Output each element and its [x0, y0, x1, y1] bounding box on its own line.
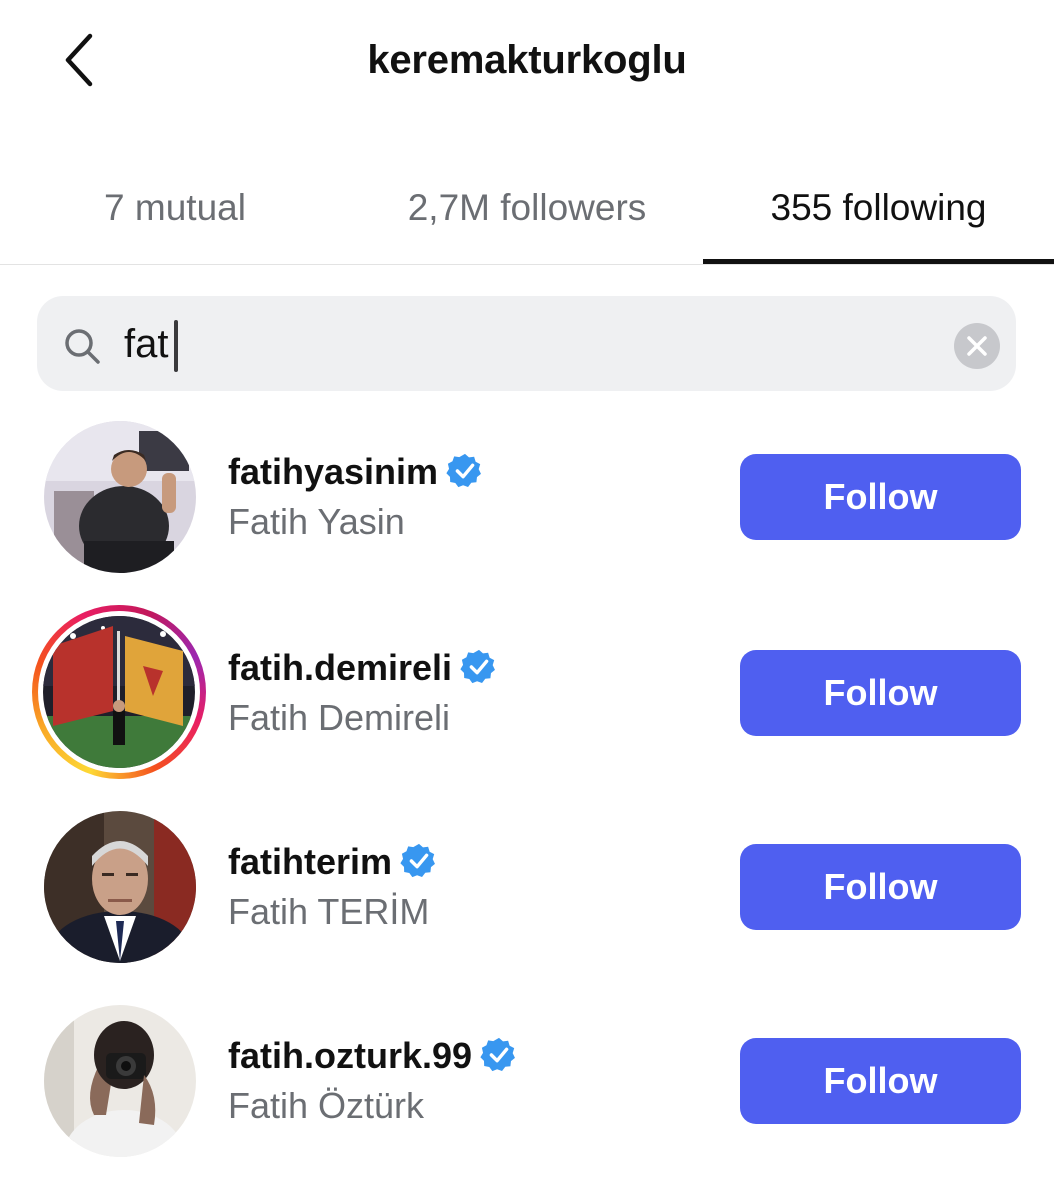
- avatar[interactable]: [44, 421, 196, 573]
- username[interactable]: fatihyasinim: [228, 449, 484, 495]
- username-text: fatih.demireli: [228, 647, 453, 688]
- search-input[interactable]: fat: [124, 316, 168, 372]
- list-item[interactable]: fatihyasinim Fatih Yasin Follow: [0, 421, 1054, 615]
- avatar[interactable]: [44, 1005, 196, 1157]
- text-caret: [174, 320, 178, 372]
- username-text: fatihyasinim: [228, 451, 439, 492]
- full-name: Fatih TERİM: [228, 891, 430, 932]
- list-item[interactable]: fatih.demireli Fatih Demireli Follow: [0, 605, 1054, 811]
- tab-following[interactable]: 355 following: [703, 182, 1054, 234]
- verified-badge-icon: [446, 454, 482, 488]
- verified-badge-icon: [480, 1038, 516, 1072]
- profile-photo: [43, 616, 195, 768]
- search-bar[interactable]: [37, 296, 1016, 391]
- page-title: keremakturkoglu: [367, 38, 687, 82]
- tab-bar: 7 mutual 2,7M followers 355 following: [0, 160, 1054, 265]
- full-name: Fatih Öztürk: [228, 1085, 425, 1126]
- clear-search-button[interactable]: [953, 322, 1001, 370]
- active-tab-indicator: [703, 259, 1054, 264]
- full-name: Fatih Demireli: [228, 697, 451, 738]
- username-text: fatih.ozturk.99: [228, 1035, 473, 1076]
- avatar-story-ring[interactable]: [32, 605, 206, 779]
- username-text: fatihterim: [228, 841, 393, 882]
- follow-button[interactable]: Follow: [740, 650, 1021, 736]
- username[interactable]: fatihterim: [228, 839, 438, 885]
- follow-button[interactable]: Follow: [740, 454, 1021, 540]
- list-item[interactable]: fatihterim Fatih TERİM Follow: [0, 811, 1054, 1005]
- tab-followers[interactable]: 2,7M followers: [352, 182, 702, 234]
- profile-photo: [44, 421, 196, 573]
- verified-badge-icon: [400, 844, 435, 878]
- header: keremakturkoglu: [0, 0, 1054, 120]
- list-item[interactable]: fatih.ozturk.99 Fatih Öztürk Follow: [0, 1005, 1054, 1199]
- verified-badge-icon: [460, 650, 496, 684]
- tab-mutual[interactable]: 7 mutual: [0, 182, 350, 234]
- follow-button[interactable]: Follow: [740, 844, 1021, 930]
- profile-photo: [44, 1005, 196, 1157]
- follow-button[interactable]: Follow: [740, 1038, 1021, 1124]
- full-name: Fatih Yasin: [228, 501, 405, 542]
- profile-photo: [44, 811, 196, 963]
- username[interactable]: fatih.ozturk.99: [228, 1033, 518, 1079]
- username[interactable]: fatih.demireli: [228, 645, 498, 691]
- search-icon: [65, 329, 100, 364]
- avatar[interactable]: [44, 811, 196, 963]
